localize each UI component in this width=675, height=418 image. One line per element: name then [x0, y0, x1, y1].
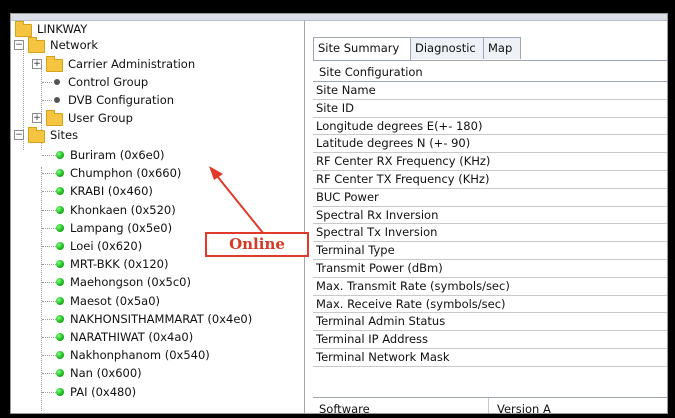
- application-window: LINKWAY − Network + Carrier Administrati…: [10, 13, 668, 414]
- online-annotation: Online: [205, 232, 309, 257]
- annotation-arrow: [209, 166, 264, 234]
